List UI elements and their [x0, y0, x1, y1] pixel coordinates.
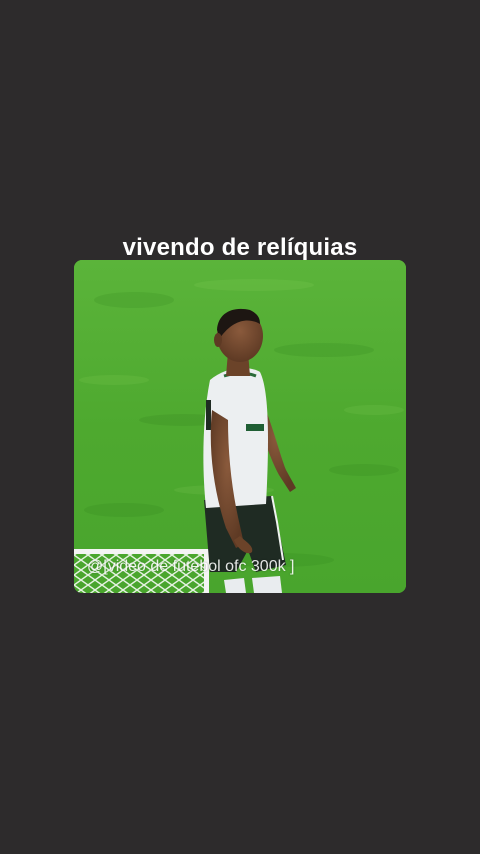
video-screen: vivendo de relíquias @[video de futebol … — [0, 0, 480, 854]
watermark-text: @[video de futebol ofc 300k ] — [87, 558, 295, 575]
video-frame[interactable] — [74, 260, 406, 593]
football-photo — [74, 260, 406, 593]
